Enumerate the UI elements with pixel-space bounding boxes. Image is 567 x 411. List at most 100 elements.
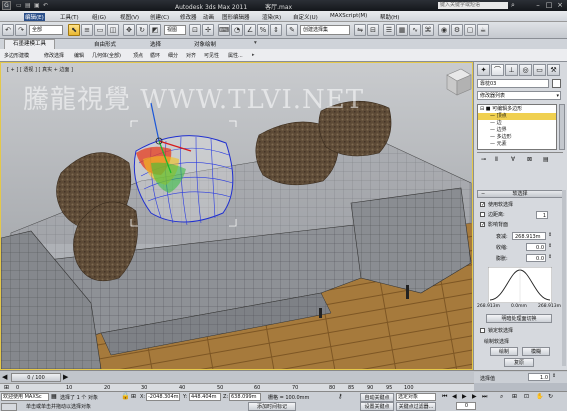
create-tab-icon[interactable]: ✦	[477, 64, 490, 76]
pan-icon[interactable]: ✋	[536, 393, 543, 400]
stack-scrollbar[interactable]	[559, 104, 565, 150]
track-bar-icon[interactable]: ⊞	[4, 384, 9, 391]
new-file-icon[interactable]: ▭	[16, 2, 22, 9]
panel-vertices[interactable]: 顶点	[133, 52, 143, 59]
menu-create[interactable]: 创建(C)	[150, 13, 169, 21]
object-name-field[interactable]: 靠枕03	[477, 79, 549, 88]
graphite-toggle-icon[interactable]: ▦	[396, 24, 408, 36]
edge-distance-field[interactable]: 1	[536, 211, 548, 219]
snap-toggle-icon[interactable]: ◔	[231, 24, 243, 36]
show-end-result-icon[interactable]: Ⅱ	[495, 156, 498, 163]
next-frame-icon[interactable]: ▶	[472, 393, 477, 400]
close-button[interactable]: ×	[555, 1, 565, 10]
auto-key-button[interactable]: 自动关键点	[360, 393, 394, 402]
spinner-snap-icon[interactable]: ⇕	[270, 24, 282, 36]
x-coordinate-field[interactable]: -2048.304m	[146, 393, 180, 401]
y-coordinate-field[interactable]: 448.404m	[189, 393, 221, 401]
panel-edit[interactable]: 编辑	[74, 52, 84, 59]
lock-soft-selection-checkbox[interactable]	[480, 328, 485, 333]
hierarchy-tab-icon[interactable]: ⊥	[505, 64, 518, 76]
selected-object-dropdown[interactable]: 选定对象	[396, 393, 436, 401]
time-slider-handle[interactable]: 0 / 100	[11, 373, 61, 382]
script-toggle[interactable]	[1, 403, 17, 411]
motion-tab-icon[interactable]: ◎	[519, 64, 532, 76]
panel-align[interactable]: 对齐	[186, 52, 196, 59]
menu-customize[interactable]: 自定义(U)	[293, 13, 318, 21]
key-icon[interactable]: ⚷	[338, 393, 342, 400]
selection-filter-dropdown[interactable]: 全部	[29, 25, 63, 35]
menu-maxscript[interactable]: MAXScript(M)	[330, 13, 367, 19]
modify-tab-icon[interactable]: ⌒	[491, 64, 504, 76]
make-unique-icon[interactable]: ∀	[511, 156, 515, 163]
manipulate-icon[interactable]: ✢	[202, 24, 214, 36]
paint-button[interactable]: 绘制	[490, 347, 518, 356]
stack-item-editable-poly[interactable]: ⊟ ■ 可编辑多边形	[478, 106, 556, 113]
percent-snap-icon[interactable]: %	[257, 24, 269, 36]
mirror-icon[interactable]: ⇋	[354, 24, 366, 36]
stack-item-element[interactable]: — 元素	[478, 141, 556, 148]
use-soft-selection-checkbox[interactable]: ✓	[480, 202, 485, 208]
affect-backfacing-checkbox[interactable]: ✓	[480, 222, 485, 228]
zoom-all-icon[interactable]: ⊞	[512, 393, 517, 400]
blur-button[interactable]: 模糊	[522, 347, 550, 356]
undo-icon[interactable]: ↶	[43, 2, 48, 9]
select-object-icon[interactable]: ⬉	[68, 24, 80, 36]
panel-loops[interactable]: 循环	[150, 52, 160, 59]
menu-animation[interactable]: 动画	[203, 13, 214, 21]
stack-item-edge[interactable]: — 边	[478, 120, 556, 127]
goto-end-icon[interactable]: ⏭	[482, 393, 487, 401]
utilities-tab-icon[interactable]: ⚒	[547, 64, 560, 76]
add-time-tag-button[interactable]: 添加时间标记	[248, 402, 296, 411]
orbit-icon[interactable]: ↻	[548, 393, 553, 400]
select-move-icon[interactable]: ✥	[123, 24, 135, 36]
lock-icon[interactable]: 🔒	[121, 392, 130, 400]
align-icon[interactable]: ⊟	[367, 24, 379, 36]
window-crossing-icon[interactable]: ◫	[107, 24, 119, 36]
panel-modify-selection[interactable]: 修改选择	[44, 52, 64, 59]
menu-modifiers[interactable]: 修改器	[180, 13, 197, 21]
layer-manager-icon[interactable]: ☰	[383, 24, 395, 36]
track-bar[interactable]: ⊞ 0 10 20 30 40 50 60 70 80 85 90 95 100	[0, 383, 474, 391]
command-panel-scrollbar[interactable]	[562, 190, 566, 366]
select-by-name-icon[interactable]: ≡	[81, 24, 93, 36]
maxscript-listener[interactable]: 欢迎使用 MAXSc	[1, 393, 49, 401]
render-setup-icon[interactable]: ⚙	[451, 24, 463, 36]
ribbon-expand-icon[interactable]: ▸	[252, 52, 255, 58]
pivot-center-icon[interactable]: ⊡	[189, 24, 201, 36]
selection-value-spinner-icon[interactable]: ⇕	[552, 373, 556, 379]
falloff-spinner-icon[interactable]: ⇕	[548, 232, 552, 238]
keyboard-shortcut-icon[interactable]: ⌨	[218, 24, 230, 36]
prev-frame-icon[interactable]: ◀	[452, 393, 457, 400]
menu-group[interactable]: 组(G)	[92, 13, 106, 21]
panel-subdivision[interactable]: 细分	[168, 52, 178, 59]
pinch-spinner-icon[interactable]: ⇕	[548, 243, 552, 249]
tab-freeform[interactable]: 自由形式	[94, 40, 116, 48]
panel-properties[interactable]: 属性...	[228, 52, 243, 59]
named-selection-dropdown[interactable]: 创建选择集	[300, 25, 350, 35]
slider-left-icon[interactable]: ◀	[2, 373, 7, 381]
search-input[interactable]: 键入关键字或短语	[438, 2, 508, 9]
display-tab-icon[interactable]: ▭	[533, 64, 546, 76]
edge-distance-checkbox[interactable]	[480, 212, 485, 217]
select-rotate-icon[interactable]: ↻	[136, 24, 148, 36]
remove-modifier-icon[interactable]: ⊠	[527, 156, 532, 163]
zoom-extents-icon[interactable]: ⊡	[524, 393, 529, 400]
tab-graphite-modeling[interactable]: 石墨建模工具	[4, 39, 56, 49]
bubble-field[interactable]: 0.0	[526, 254, 546, 262]
panel-geometry-all[interactable]: 几何体(全部)	[92, 52, 121, 59]
rendered-frame-icon[interactable]: ▢	[464, 24, 476, 36]
panel-polygon-modeling[interactable]: 多边形建模	[4, 52, 29, 59]
reference-coordinate-dropdown[interactable]: 视图	[164, 25, 186, 35]
material-editor-icon[interactable]: ◉	[438, 24, 450, 36]
shaded-face-toggle-button[interactable]: 明暗处理面切换	[486, 314, 552, 323]
pin-stack-icon[interactable]: ⊸	[481, 156, 486, 163]
play-icon[interactable]: ▶	[462, 393, 467, 400]
stack-item-vertex[interactable]: — 顶点	[478, 113, 556, 120]
maximize-button[interactable]: □	[544, 1, 554, 10]
app-logo-icon[interactable]: G	[2, 1, 11, 10]
edit-named-selection-icon[interactable]: ✎	[286, 24, 298, 36]
save-file-icon[interactable]: ▣	[34, 2, 40, 9]
undo-icon[interactable]: ↶	[2, 24, 14, 36]
bubble-spinner-icon[interactable]: ⇕	[548, 254, 552, 260]
lock-selection-icon[interactable]: ▦	[51, 393, 57, 400]
